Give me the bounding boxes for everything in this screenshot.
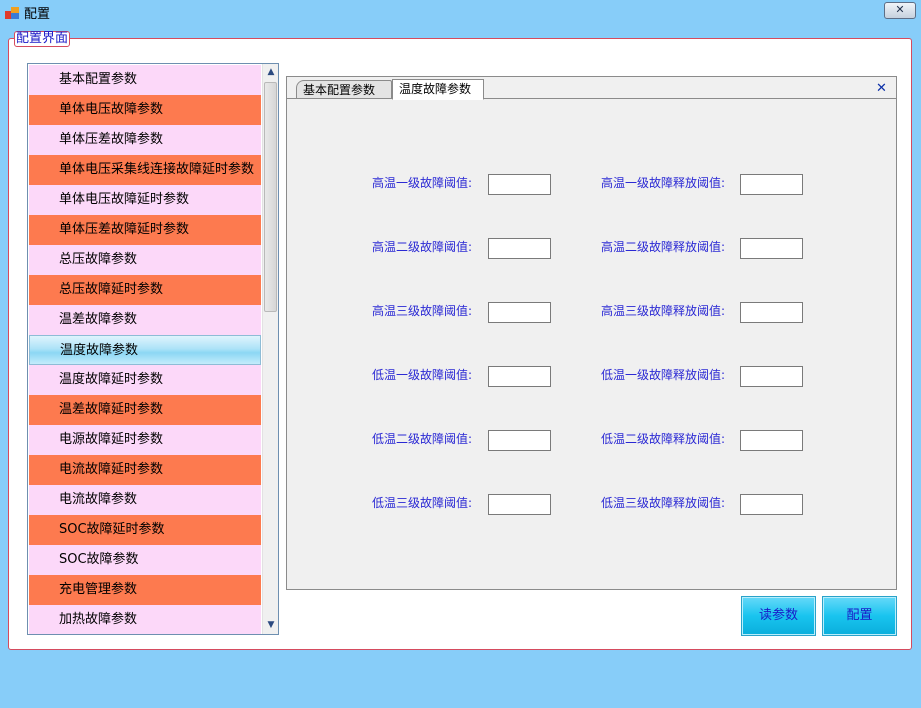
list-item[interactable]: 电源故障延时参数 — [29, 425, 261, 455]
list-item[interactable]: 温差故障参数 — [29, 305, 261, 335]
threshold-input[interactable] — [488, 494, 551, 515]
tab-panel-temperature-fault: 高温一级故障阈值: 高温一级故障释放阈值: 高温二级故障阈值: 高温二级故障释放阈值:… — [286, 98, 897, 590]
release-threshold-input[interactable] — [740, 238, 803, 259]
field-label: 高温二级故障释放阈值: — [600, 240, 725, 254]
list-item[interactable]: 基本配置参数 — [29, 65, 261, 95]
list-item[interactable]: 单体压差故障参数 — [29, 125, 261, 155]
list-item[interactable]: 温度故障延时参数 — [29, 365, 261, 395]
field-label: 低温三级故障阈值: — [371, 496, 472, 510]
list-item[interactable]: 单体电压采集线连接故障延时参数 — [29, 155, 261, 185]
release-threshold-input[interactable] — [740, 302, 803, 323]
tab-temperature-fault[interactable]: 温度故障参数 — [392, 79, 484, 100]
threshold-input[interactable] — [488, 174, 551, 195]
scroll-up-icon[interactable]: ▲ — [263, 64, 278, 81]
list-item[interactable]: 单体电压故障参数 — [29, 95, 261, 125]
field-label: 低温二级故障阈值: — [371, 432, 472, 446]
release-threshold-input[interactable] — [740, 430, 803, 451]
read-params-button[interactable]: 读参数 — [741, 596, 816, 636]
field-label: 高温二级故障阈值: — [371, 240, 472, 254]
field-label: 高温一级故障阈值: — [371, 176, 472, 190]
field-label: 低温一级故障阈值: — [371, 368, 472, 382]
parameter-list[interactable]: 基本配置参数 单体电压故障参数 单体压差故障参数 单体电压采集线连接故障延时参数 单体电… — [27, 63, 279, 635]
list-item[interactable]: 电流故障参数 — [29, 485, 261, 515]
release-threshold-input[interactable] — [740, 494, 803, 515]
threshold-input[interactable] — [488, 238, 551, 259]
window-title: 配置 — [24, 7, 51, 22]
scroll-thumb[interactable] — [264, 82, 277, 312]
threshold-input[interactable] — [488, 366, 551, 387]
window-close-button[interactable]: ✕ — [884, 2, 916, 19]
field-label: 低温二级故障释放阈值: — [600, 432, 725, 446]
field-label: 高温一级故障释放阈值: — [600, 176, 725, 190]
release-threshold-input[interactable] — [740, 366, 803, 387]
field-label: 低温三级故障释放阈值: — [600, 496, 725, 510]
list-item[interactable]: 温差故障延时参数 — [29, 395, 261, 425]
title-bar: 配置 ✕ — [0, 0, 921, 24]
tab-close-icon[interactable]: ✕ — [876, 80, 887, 98]
list-item[interactable]: 温度故障参数 — [29, 335, 261, 365]
threshold-input[interactable] — [488, 430, 551, 451]
list-item[interactable]: 单体电压故障延时参数 — [29, 185, 261, 215]
list-item[interactable]: 充电管理参数 — [29, 575, 261, 605]
list-item[interactable]: SOC故障延时参数 — [29, 515, 261, 545]
list-item[interactable]: 总压故障延时参数 — [29, 275, 261, 305]
app-icon — [5, 5, 19, 19]
field-label: 低温一级故障释放阈值: — [600, 368, 725, 382]
field-label: 高温三级故障释放阈值: — [600, 304, 725, 318]
threshold-input[interactable] — [488, 302, 551, 323]
release-threshold-input[interactable] — [740, 174, 803, 195]
field-label: 高温三级故障阈值: — [371, 304, 472, 318]
config-button[interactable]: 配置 — [822, 596, 897, 636]
scroll-down-icon[interactable]: ▼ — [263, 617, 278, 634]
list-item[interactable]: 单体压差故障延时参数 — [29, 215, 261, 245]
list-item[interactable]: 加热故障参数 — [29, 605, 261, 634]
list-item[interactable]: 总压故障参数 — [29, 245, 261, 275]
group-label: 配置界面 — [14, 31, 71, 47]
list-item[interactable]: SOC故障参数 — [29, 545, 261, 575]
tab-basic-config[interactable]: 基本配置参数 — [296, 80, 392, 98]
list-item[interactable]: 电流故障延时参数 — [29, 455, 261, 485]
list-scrollbar[interactable]: ▲ ▼ — [262, 64, 278, 634]
